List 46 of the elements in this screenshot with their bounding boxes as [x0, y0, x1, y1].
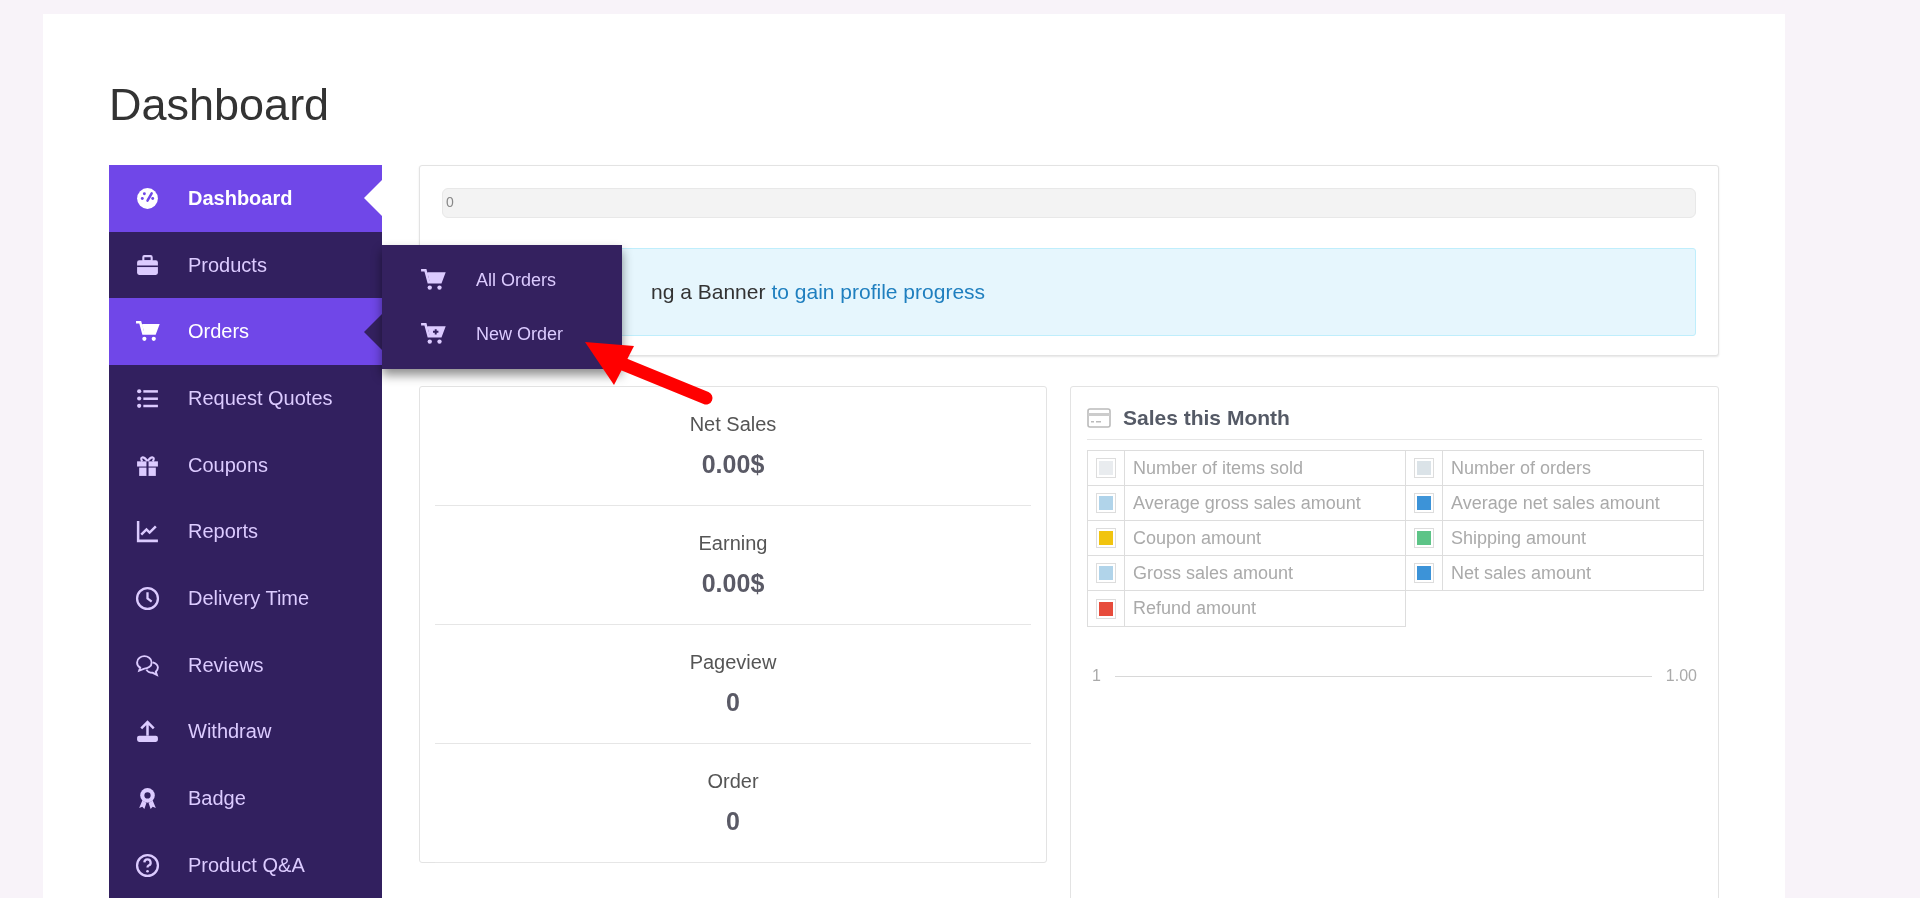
credit-card-icon	[1087, 408, 1111, 428]
submenu-item[interactable]: New Order	[382, 307, 622, 362]
axis-label: 1	[1092, 667, 1101, 685]
legend-label: Average net sales amount	[1443, 486, 1704, 521]
sidebar-item[interactable]: Products	[109, 231, 382, 299]
progress-label: 0	[446, 194, 454, 210]
stat-label: Earning	[698, 532, 768, 555]
upload-icon	[135, 719, 160, 745]
stat-value: 0	[726, 688, 740, 717]
chart-icon	[135, 519, 160, 545]
sidebar-item[interactable]: Dashboard	[109, 165, 382, 232]
legend-label: Number of items sold	[1125, 451, 1406, 486]
sidebar-item[interactable]: Badge	[109, 765, 382, 832]
sidebar-item[interactable]: Request Quotes	[109, 365, 382, 432]
page-title: Dashboard	[109, 78, 331, 132]
sidebar-item[interactable]: Delivery Time	[109, 565, 382, 632]
sidebar-item[interactable]: Product Q&A	[109, 831, 382, 898]
axis-label: 1.00	[1665, 667, 1697, 685]
stat-value: 0.00$	[701, 569, 765, 598]
stat-label: Pageview	[689, 651, 777, 674]
legend-label: Average gross sales amount	[1125, 486, 1406, 521]
legend-label: Refund amount	[1125, 591, 1406, 626]
sidebar-item[interactable]: Coupons	[109, 431, 382, 499]
legend-label: Coupon amount	[1125, 521, 1406, 556]
legend-label: Number of orders	[1443, 451, 1704, 486]
gauge-icon	[135, 185, 160, 211]
stat-value: 0.00$	[701, 450, 765, 479]
sidebar-item[interactable]: Reviews	[109, 631, 382, 699]
stat-label: Net Sales	[689, 413, 777, 436]
legend-label: Net sales amount	[1443, 556, 1704, 591]
legend-label: Shipping amount	[1443, 521, 1704, 556]
legend-label: Gross sales amount	[1125, 556, 1406, 591]
clock-icon	[135, 585, 160, 611]
submenu-item[interactable]: All Orders	[382, 253, 622, 308]
banner-link[interactable]: to gain profile progress	[771, 280, 986, 304]
sidebar-item[interactable]: Withdraw	[109, 698, 382, 766]
card-title: Sales this Month	[1123, 406, 1290, 430]
sidebar-item[interactable]: Reports	[109, 498, 382, 566]
question-icon	[135, 852, 160, 878]
banner-text: ng a Banner	[651, 280, 766, 304]
active-notch	[364, 180, 382, 217]
sidebar-item[interactable]: Orders	[109, 298, 382, 366]
stat-label: Order	[707, 770, 759, 793]
briefcase-icon	[135, 252, 160, 278]
stat-value: 0	[726, 807, 740, 836]
chat-icon	[135, 652, 160, 678]
